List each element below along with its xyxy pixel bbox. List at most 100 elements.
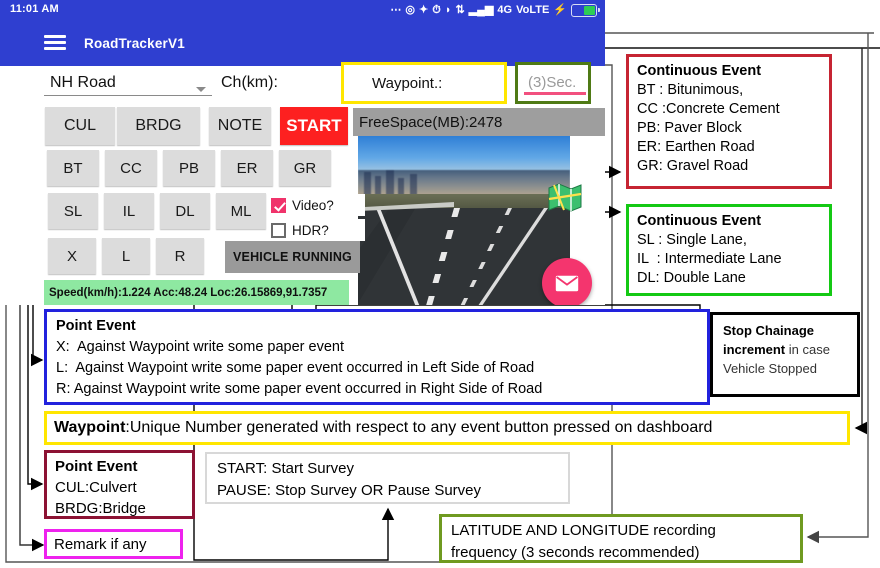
button-row-surface: BT CC PB ER GR bbox=[47, 150, 337, 186]
sl-button[interactable]: SL bbox=[48, 193, 98, 229]
l-button[interactable]: L bbox=[102, 238, 150, 274]
callout-line: :Unique Number generated with respect to… bbox=[125, 419, 713, 436]
callout-line: X: Against Waypoint write some paper eve… bbox=[56, 339, 344, 355]
callout-line: BRDG:Bridge bbox=[55, 500, 146, 517]
brdg-button[interactable]: BRDG bbox=[117, 107, 200, 145]
battery-icon bbox=[571, 3, 600, 17]
bluetooth-icon: ✦ bbox=[419, 3, 429, 16]
continuous-event-surface-callout: Continuous Event BT : Bitunimous, CC :Co… bbox=[626, 54, 832, 189]
android-status-bar: 11:01 AM ⋯ ◎ ✦ ⏱ ◗ ⇅ ▂▄▆ 4G VoLTE ⚡ bbox=[0, 0, 605, 22]
callout-line: L: Against Waypoint write some paper eve… bbox=[56, 360, 535, 376]
button-row-structure: CUL BRDG NOTE START bbox=[45, 107, 348, 145]
alarm-icon: ⏱ bbox=[432, 3, 441, 16]
roadtracker-app-window: 11:01 AM ⋯ ◎ ✦ ⏱ ◗ ⇅ ▂▄▆ 4G VoLTE ⚡ Road… bbox=[0, 0, 605, 305]
pb-button[interactable]: PB bbox=[163, 150, 215, 186]
video-checkbox-row[interactable]: Video? bbox=[269, 194, 365, 216]
callout-title: Point Event bbox=[55, 458, 138, 475]
seconds-field-value: (3)Sec. bbox=[528, 74, 577, 91]
button-row-point: X L R bbox=[48, 238, 210, 274]
video-checkbox-label: Video? bbox=[292, 197, 334, 213]
point-event-cul-callout: Point Event CUL:Culvert BRDG:Bridge bbox=[44, 450, 195, 519]
callout-line: SL : Single Lane, bbox=[637, 232, 747, 248]
chainage-label: Ch(km): bbox=[221, 74, 278, 91]
callout-line: Stop Chainage bbox=[723, 323, 815, 338]
preview-skyline bbox=[358, 170, 570, 196]
callout-line: START: Start Survey bbox=[217, 460, 354, 477]
point-event-xlr-callout: Point Event X: Against Waypoint write so… bbox=[44, 309, 710, 405]
remark-callout: Remark if any bbox=[44, 529, 183, 559]
callout-line: PB: Paver Block bbox=[637, 120, 742, 136]
dl-button[interactable]: DL bbox=[160, 193, 210, 229]
note-button[interactable]: NOTE bbox=[209, 107, 271, 145]
road-center-lane-marking bbox=[426, 208, 460, 305]
stop-chainage-callout: Stop Chainage increment in case Vehicle … bbox=[710, 312, 860, 397]
callout-line: frequency (3 seconds recommended) bbox=[451, 544, 700, 561]
map-icon[interactable] bbox=[548, 182, 582, 212]
callout-line: BT : Bitunimous, bbox=[637, 82, 744, 98]
volte-label: VoLTE bbox=[516, 3, 550, 16]
seconds-field-underline bbox=[524, 92, 586, 95]
send-mail-fab[interactable] bbox=[542, 258, 592, 305]
bt-button[interactable]: BT bbox=[47, 150, 99, 186]
seconds-field-callout: (3)Sec. bbox=[515, 62, 591, 104]
gr-button[interactable]: GR bbox=[279, 150, 331, 186]
preview-road bbox=[358, 208, 570, 305]
start-pause-callout: START: Start Survey PAUSE: Stop Survey O… bbox=[205, 452, 570, 504]
spinner-underline bbox=[44, 94, 212, 96]
hdr-checkbox-row[interactable]: HDR? bbox=[269, 219, 365, 241]
camera-preview bbox=[358, 136, 570, 305]
more-icon: ⋯ bbox=[390, 3, 402, 16]
envelope-icon bbox=[555, 275, 579, 291]
chevron-down-icon bbox=[196, 87, 206, 92]
hdr-checkbox[interactable] bbox=[271, 222, 286, 238]
road-type-value: NH Road bbox=[50, 74, 116, 91]
callout-line: increment bbox=[723, 342, 786, 357]
status-bar-icons: ⋯ ◎ ✦ ⏱ ◗ ⇅ ▂▄▆ 4G VoLTE ⚡ bbox=[390, 2, 600, 18]
wifi-icon: ◗ bbox=[444, 3, 452, 16]
video-checkbox[interactable] bbox=[271, 197, 286, 213]
waypoint-description-callout: Waypoint:Unique Number generated with re… bbox=[44, 411, 850, 445]
continuous-event-lane-callout: Continuous Event SL : Single Lane, IL : … bbox=[626, 204, 832, 296]
status-bar-clock: 11:01 AM bbox=[10, 3, 59, 15]
cul-button[interactable]: CUL bbox=[45, 107, 115, 145]
latitude-longitude-callout: LATITUDE AND LONGITUDE recording frequen… bbox=[439, 514, 803, 563]
start-button[interactable]: START bbox=[280, 107, 348, 145]
button-row-lane: SL IL DL ML bbox=[48, 193, 272, 229]
callout-line: in case bbox=[785, 342, 830, 357]
hdr-checkbox-label: HDR? bbox=[292, 222, 329, 238]
headset-icon: ◎ bbox=[405, 3, 415, 16]
road-type-spinner[interactable]: NH Road bbox=[44, 74, 212, 98]
cc-button[interactable]: CC bbox=[105, 150, 157, 186]
callout-line: LATITUDE AND LONGITUDE recording bbox=[451, 522, 716, 539]
speed-location-readout: Speed(km/h):1.224 Acc:48.24 Loc:26.15869… bbox=[44, 280, 349, 305]
page-title: RoadTrackerV1 bbox=[84, 36, 185, 51]
callout-emphasis: Waypoint bbox=[54, 419, 126, 436]
callout-line: ER: Earthen Road bbox=[637, 139, 755, 155]
callout-line: IL : Intermediate Lane bbox=[637, 251, 782, 267]
callout-line: Vehicle Stopped bbox=[723, 361, 817, 376]
callout-line: R: Against Waypoint write some paper eve… bbox=[56, 381, 543, 397]
callout-line: PAUSE: Stop Survey OR Pause Survey bbox=[217, 482, 482, 499]
road-right-lane-marking bbox=[460, 208, 512, 305]
callout-title: Point Event bbox=[56, 318, 136, 334]
signal-bars-icon: ▂▄▆ bbox=[468, 3, 494, 16]
callout-line: CC :Concrete Cement bbox=[637, 101, 780, 117]
callout-line: GR: Gravel Road bbox=[637, 158, 749, 174]
callout-title: Continuous Event bbox=[637, 213, 762, 229]
r-button[interactable]: R bbox=[156, 238, 204, 274]
network-type-label: 4G bbox=[497, 3, 513, 16]
callout-line: DL: Double Lane bbox=[637, 270, 746, 286]
data-transfer-icon: ⇅ bbox=[455, 3, 465, 16]
callout-line: CUL:Culvert bbox=[55, 479, 137, 496]
hamburger-menu-icon[interactable] bbox=[44, 35, 66, 50]
callout-title: Continuous Event bbox=[637, 63, 762, 79]
road-left-edge-line bbox=[376, 208, 420, 305]
er-button[interactable]: ER bbox=[221, 150, 273, 186]
road-right-edge-line bbox=[478, 208, 548, 305]
x-button[interactable]: X bbox=[48, 238, 96, 274]
annotated-screenshot-stage: 11:01 AM ⋯ ◎ ✦ ⏱ ◗ ⇅ ▂▄▆ 4G VoLTE ⚡ Road… bbox=[0, 0, 880, 568]
ml-button[interactable]: ML bbox=[216, 193, 266, 229]
vehicle-status-badge: VEHICLE RUNNING bbox=[225, 241, 360, 273]
charging-bolt-icon: ⚡ bbox=[553, 3, 567, 16]
il-button[interactable]: IL bbox=[104, 193, 154, 229]
